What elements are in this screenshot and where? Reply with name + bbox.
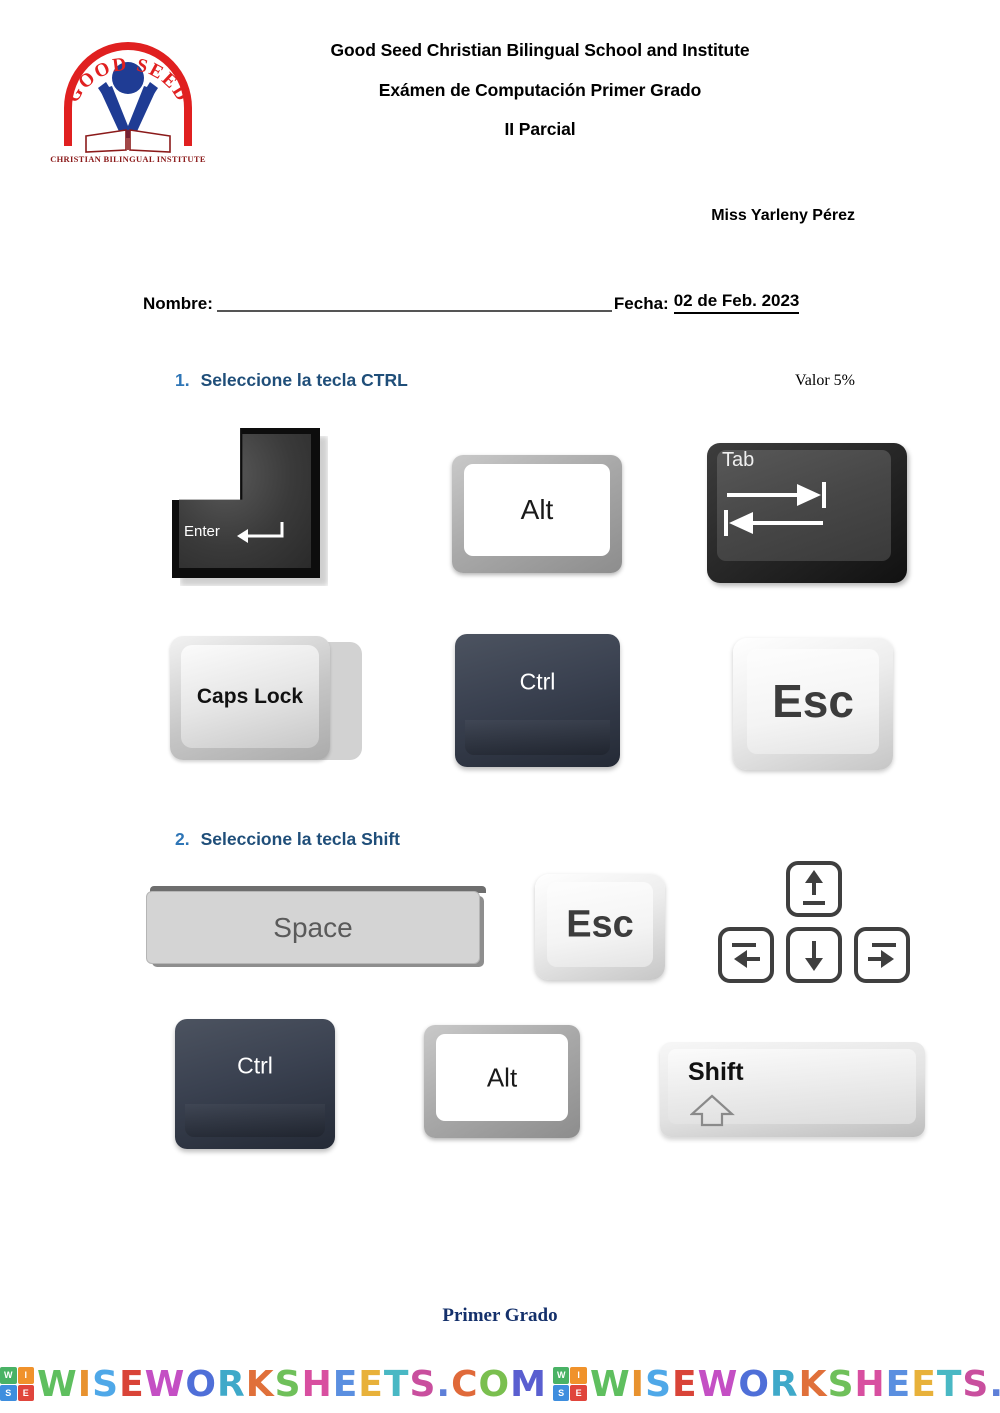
school-name: Good Seed Christian Bilingual School and… (330, 40, 750, 60)
watermark-bar: W I S E WISEWORKSHEETS.COM W I S E WISEW… (0, 1360, 1000, 1408)
footer-grade: Primer Grado (442, 1305, 558, 1326)
name-label: Nombre: (143, 294, 213, 313)
enter-key-face (179, 434, 311, 568)
name-input-line[interactable] (216, 291, 612, 312)
option-key-tab[interactable]: Tab (707, 443, 907, 583)
alt-key-face: Alt (464, 464, 610, 556)
arrow-key-up[interactable] (786, 861, 842, 917)
ctrl-key-label-2: Ctrl (237, 1052, 273, 1079)
wiseworksheets-logo-2: W I S E (552, 1367, 587, 1401)
exam-title: Exámen de Computación Primer Grado (378, 79, 702, 100)
option-key-caps-lock[interactable]: Caps Lock (170, 636, 370, 766)
school-logo: GOOD SEED CHRISTIAN BILINGUAL INSTITUTE (48, 28, 208, 168)
logo-cell-w-2: W (552, 1367, 570, 1384)
tab-arrows-icon (724, 482, 826, 536)
esc-key-face-2: Esc (546, 882, 654, 968)
header-title-block: Good Seed Christian Bilingual School and… (215, 40, 865, 161)
esc-key-face-1: Esc (747, 648, 879, 755)
alt-key-label-2: Alt (486, 1062, 518, 1092)
arrow-down-icon (805, 941, 823, 971)
option-key-ctrl-1[interactable]: Ctrl (455, 634, 620, 767)
question-2-heading: 2. Seleccione la tecla Shift (175, 829, 400, 850)
student-info-row: Nombre: Fecha: 02 de Feb. 2023 (143, 288, 903, 314)
question-1-number: 1. (175, 370, 190, 390)
question-1-value: Valor 5% (795, 372, 855, 389)
shift-arrow-icon (690, 1094, 735, 1127)
logo-cell-w-1: W (0, 1367, 17, 1384)
option-key-esc-2[interactable]: Esc (535, 874, 665, 980)
caps-lock-label: Caps Lock (196, 684, 304, 708)
esc-key-label-2: Esc (566, 903, 634, 946)
logo-cell-s-2: S (552, 1384, 570, 1401)
esc-key-label-1: Esc (772, 675, 854, 728)
page-header: GOOD SEED CHRISTIAN BILINGUAL INSTITUTE … (0, 0, 1000, 180)
logo-cell-e-2: E (570, 1384, 587, 1401)
arrow-key-right[interactable] (854, 927, 910, 983)
enter-key-label: Enter (184, 523, 220, 540)
watermark-text-2: WISEWORKSHEETS.COM (589, 1363, 1000, 1405)
caps-lock-face: Caps Lock (181, 645, 319, 748)
ctrl-key-body-1: Ctrl (455, 634, 620, 767)
arrow-up-icon (803, 870, 825, 905)
option-key-esc-1[interactable]: Esc (733, 638, 893, 770)
space-key-body: Space (146, 891, 480, 964)
wiseworksheets-logo-1: W I S E (0, 1367, 34, 1401)
question-2-number: 2. (175, 829, 190, 849)
shift-key-label: Shift (688, 1058, 744, 1086)
option-key-space[interactable]: Space (146, 886, 486, 964)
option-key-arrow-cluster[interactable] (718, 861, 913, 991)
date-label: Fecha: (613, 294, 669, 313)
option-key-shift[interactable]: Shift (660, 1042, 925, 1137)
option-key-ctrl-2[interactable]: Ctrl (175, 1019, 335, 1149)
logo-cell-i-2: I (570, 1367, 587, 1384)
arrow-right-icon (868, 943, 896, 968)
option-key-alt-2[interactable]: Alt (424, 1025, 580, 1138)
question-2-text: Seleccione la tecla Shift (200, 829, 400, 849)
teacher-name: Miss Yarleny Pérez (711, 207, 855, 224)
arrow-key-left[interactable] (718, 927, 774, 983)
logo-cell-e-1: E (17, 1384, 34, 1401)
exam-period: II Parcial (504, 119, 576, 139)
arrow-key-down[interactable] (786, 927, 842, 983)
logo-subtitle: CHRISTIAN BILINGUAL INSTITUTE (50, 154, 206, 164)
question-1-heading: 1. Seleccione la tecla CTRL (175, 370, 408, 391)
tab-key-label: Tab (722, 449, 755, 471)
alt-key-face-2: Alt (436, 1034, 568, 1121)
logo-cell-i-1: I (17, 1367, 34, 1384)
logo-cell-s-1: S (0, 1384, 17, 1401)
option-key-enter[interactable]: Enter (172, 428, 328, 586)
question-1-text: Seleccione la tecla CTRL (200, 370, 408, 390)
date-value: 02 de Feb. 2023 (673, 291, 800, 314)
enter-arrow-icon (237, 522, 284, 543)
ctrl-key-body-2: Ctrl (175, 1019, 335, 1149)
ctrl-key-label-1: Ctrl (519, 668, 556, 695)
watermark-text-1: WISEWORKSHEETS.COM (37, 1363, 547, 1405)
alt-key-label: Alt (520, 494, 554, 525)
space-key-label: Space (273, 911, 353, 943)
arrow-left-icon (732, 943, 760, 968)
option-key-alt[interactable]: Alt (452, 455, 622, 573)
